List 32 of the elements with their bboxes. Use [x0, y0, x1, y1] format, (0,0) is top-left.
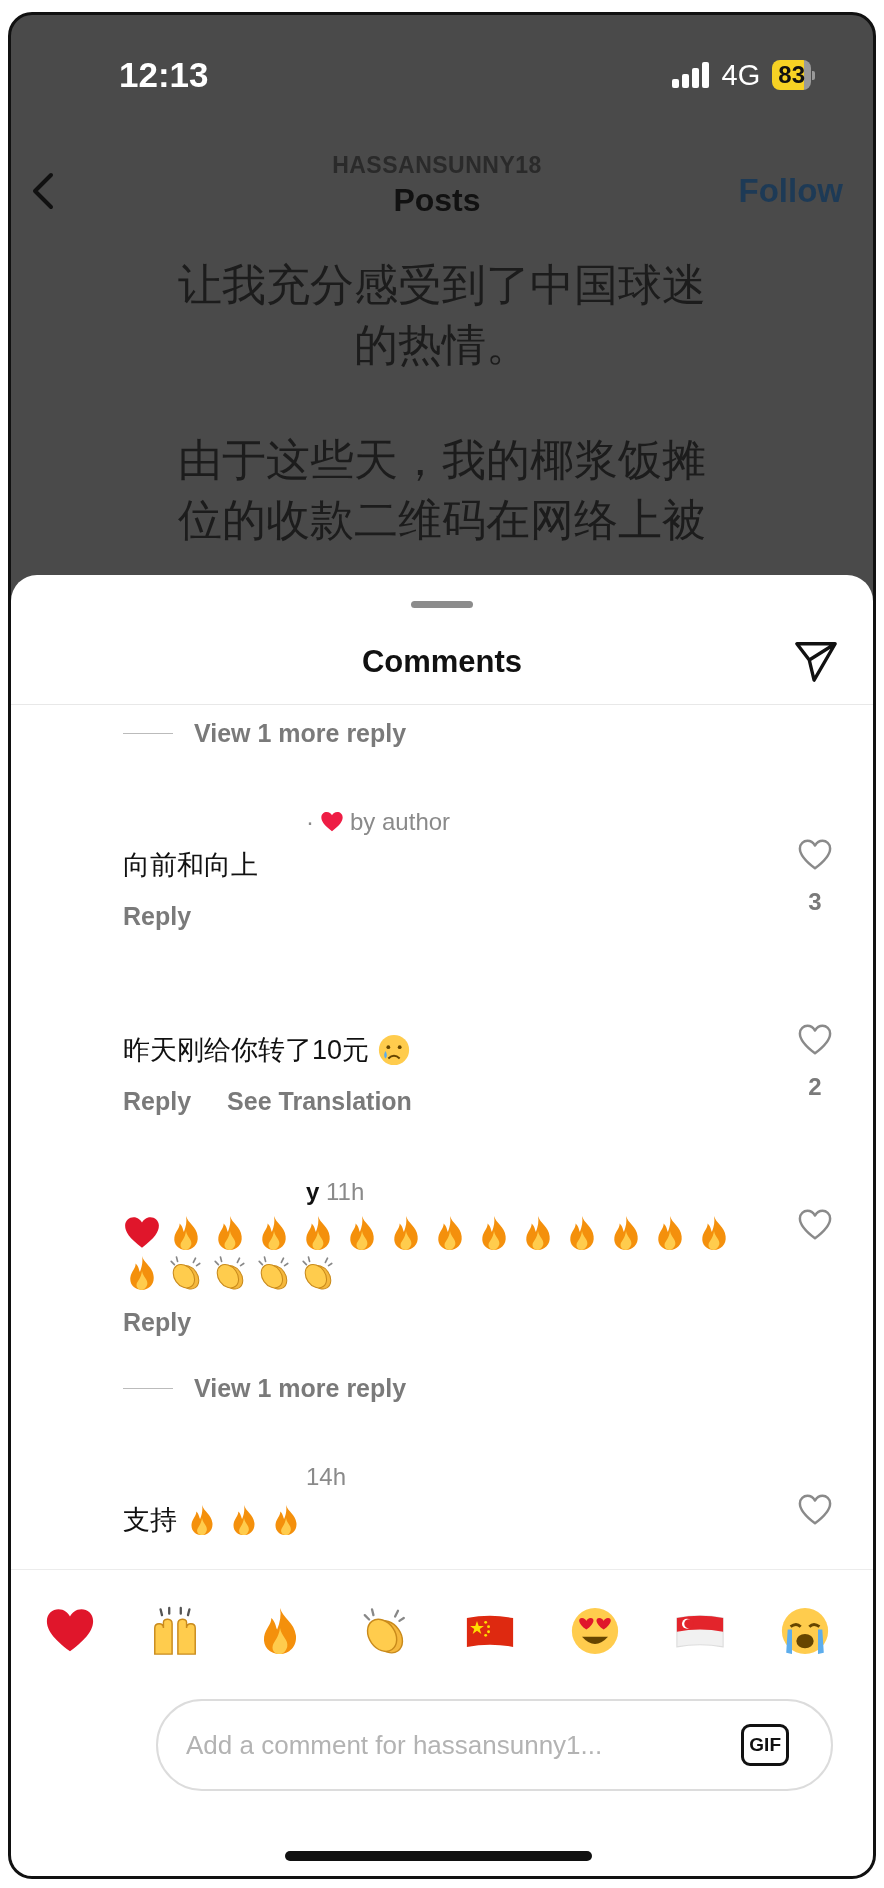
comment-action-link[interactable]: See Translation: [227, 1086, 412, 1116]
comment-action-link[interactable]: Reply: [123, 901, 192, 931]
like-icon[interactable]: [797, 1023, 833, 1057]
signal-icon: [671, 62, 710, 88]
page-title: Posts: [393, 182, 481, 218]
like-icon[interactable]: [797, 1208, 833, 1242]
comment-meta: ·: [306, 808, 314, 836]
liked-label: by author: [350, 808, 451, 836]
battery-indicator: 83: [772, 60, 811, 90]
view-replies-link[interactable]: View 1 more reply: [194, 1373, 407, 1403]
like-icon[interactable]: [797, 1493, 833, 1527]
drag-handle[interactable]: [411, 601, 473, 608]
status-time: 12:13: [119, 55, 209, 95]
comment-action-link[interactable]: Reply: [123, 1307, 192, 1337]
battery-tip-icon: [812, 70, 815, 80]
sad-face-icon: [377, 1033, 412, 1067]
heart-icon: [320, 810, 344, 834]
like-count: 3: [808, 888, 822, 916]
comment-text: 昨天刚给你转了10元: [123, 1034, 370, 1067]
like-icon[interactable]: [797, 838, 833, 872]
comment-field[interactable]: Add a comment for hassansunny1... GIF: [156, 1699, 833, 1791]
comment-action-link[interactable]: Reply: [123, 1086, 192, 1116]
comment-meta: y 11h: [306, 1178, 365, 1206]
comment-text: 支持: [123, 1504, 177, 1537]
view-replies-link[interactable]: View 1 more reply: [194, 718, 407, 748]
network-label: 4G: [721, 58, 761, 92]
comment-text: 向前和向上: [123, 849, 258, 882]
back-icon[interactable]: [31, 171, 55, 211]
comment-meta: 14h: [306, 1463, 347, 1491]
sheet-title: Comments: [361, 644, 523, 680]
gif-button[interactable]: GIF: [741, 1724, 789, 1766]
like-count: 2: [808, 1073, 822, 1101]
